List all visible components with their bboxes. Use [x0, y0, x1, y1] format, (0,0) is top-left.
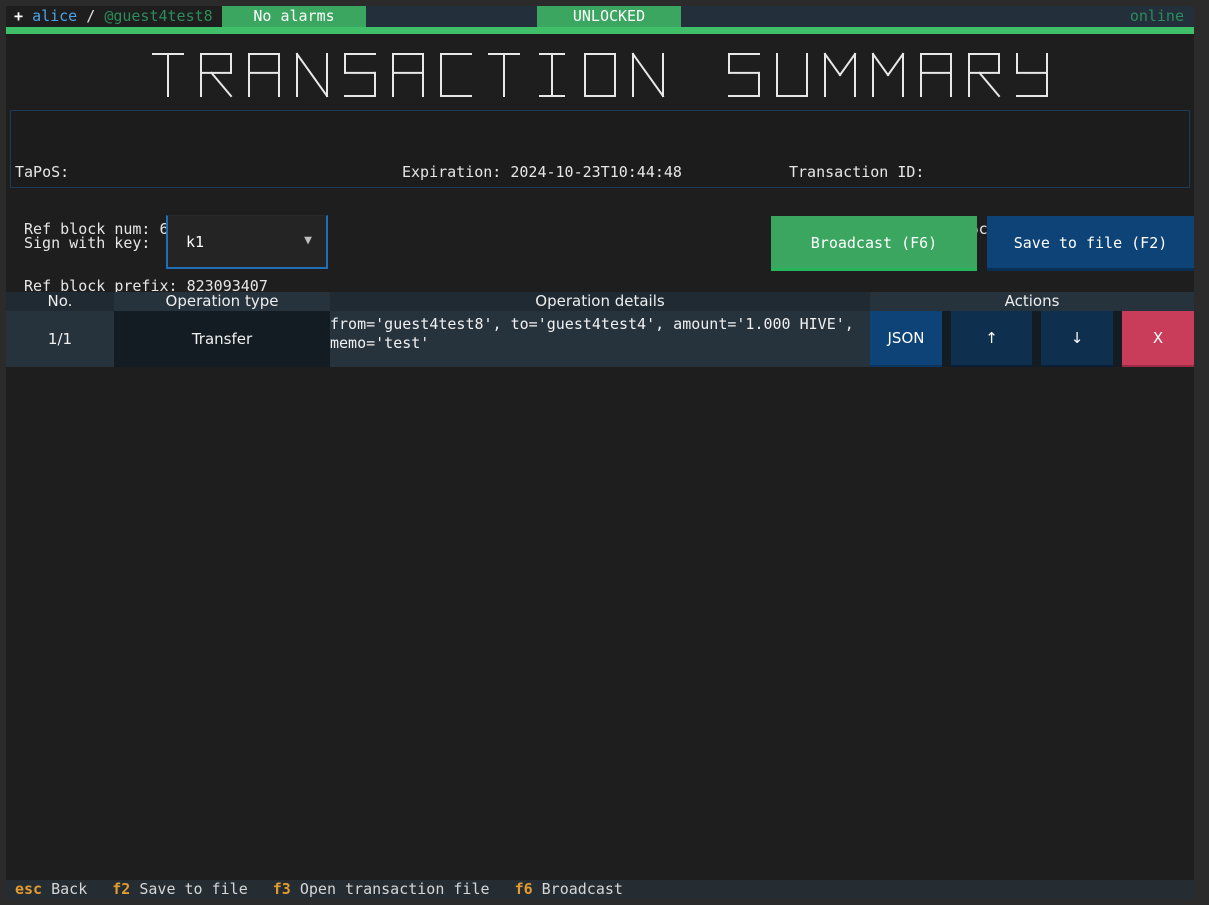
title-letter: [344, 53, 376, 97]
operation-type: Transfer: [191, 330, 253, 348]
title-letter: [1016, 53, 1048, 97]
expiration-section: Expiration: 2024-10-23T10:44:48: [402, 125, 682, 220]
footer-key-f6[interactable]: f6: [515, 880, 533, 898]
column-header-operation-details: Operation details: [330, 292, 870, 311]
column-header-no: No.: [6, 292, 114, 311]
app-window: + alice / @guest4test8 No alarms UNLOCKE…: [6, 6, 1194, 899]
title-stroke: [838, 52, 857, 77]
operation-details: from='guest4test8', to='guest4test4', am…: [330, 315, 854, 353]
title-letter: [440, 53, 472, 97]
profile-name[interactable]: alice: [32, 7, 77, 25]
footer-key-f2[interactable]: f2: [112, 880, 130, 898]
footer-key-f3[interactable]: f3: [273, 880, 291, 898]
title-letter: [539, 53, 565, 97]
page-title: [152, 52, 1048, 98]
header-divider: [6, 27, 1194, 34]
table-row-details-cell: from='guest4test8', to='guest4test4', am…: [330, 311, 870, 367]
title-stroke: [871, 52, 890, 77]
column-header-actions: Actions: [870, 292, 1194, 311]
row-number: 1/1: [47, 330, 73, 348]
footer-desc-save[interactable]: Save to file: [139, 880, 247, 898]
sign-with-key-label: Sign with key:: [24, 234, 151, 252]
footer-desc-open[interactable]: Open transaction file: [300, 880, 490, 898]
lock-status-indicator[interactable]: UNLOCKED: [537, 6, 681, 27]
title-letter: [392, 53, 424, 97]
title-letter: [584, 53, 616, 97]
title-stroke: [295, 52, 329, 98]
title-letter: [248, 53, 280, 97]
header-bar: + alice / @guest4test8 No alarms UNLOCKE…: [6, 6, 1194, 34]
broadcast-button[interactable]: Broadcast (F6): [771, 216, 977, 271]
title-letter: [776, 53, 808, 97]
transaction-info-panel: TaPoS: Ref block num: 62624 Ref block pr…: [10, 110, 1190, 295]
title-stroke: [823, 52, 842, 77]
footer-keybindings: esc Back f2 Save to file f3 Open transac…: [6, 880, 1194, 899]
save-to-file-button[interactable]: Save to file (F2): [987, 216, 1194, 271]
column-header-operation-type: Operation type: [114, 292, 330, 311]
dropdown-arrow-icon: ▼: [304, 233, 312, 248]
table-row-number-cell: 1/1: [6, 311, 114, 367]
tapos-label: TaPoS:: [15, 163, 70, 181]
title-letter: [728, 53, 760, 97]
title-letter: [823, 52, 857, 97]
header-spacer: [366, 6, 537, 27]
operation-details-line1: from='guest4test8', to='guest4test4', am…: [330, 315, 854, 333]
title-letter: [200, 53, 233, 98]
json-button[interactable]: JSON: [870, 311, 942, 367]
operation-details-line2: memo='test': [330, 334, 430, 352]
sign-key-select[interactable]: k1 ▼: [166, 215, 328, 269]
footer-key-esc[interactable]: esc: [15, 880, 42, 898]
working-account[interactable]: @guest4test8: [104, 7, 212, 25]
footer-desc-broadcast[interactable]: Broadcast: [542, 880, 623, 898]
title-letter: [295, 52, 329, 98]
transaction-id-label: Transaction ID:: [789, 163, 925, 181]
header-account-info: + alice / @guest4test8: [14, 6, 213, 27]
title-stroke: [978, 71, 1001, 98]
title-letter: [871, 52, 905, 97]
footer-desc-back[interactable]: Back: [51, 880, 87, 898]
header-separator: /: [86, 7, 96, 25]
title-stroke: [210, 71, 233, 98]
title-stroke: [886, 52, 905, 77]
move-down-button[interactable]: ↓: [1041, 311, 1113, 367]
title-stroke: [631, 52, 665, 98]
selected-key: k1: [186, 233, 205, 251]
header-spacer-right: [681, 6, 1194, 27]
title-letter: [488, 53, 520, 97]
alarms-indicator[interactable]: No alarms: [222, 6, 366, 27]
move-up-button[interactable]: ↑: [951, 311, 1032, 367]
table-row-type-cell: Transfer: [114, 311, 330, 367]
expiration: Expiration: 2024-10-23T10:44:48: [402, 163, 682, 181]
add-profile-button[interactable]: +: [14, 7, 23, 25]
title-letter: [920, 53, 952, 97]
title-letter: [968, 53, 1001, 98]
arrow-up-icon: ↑: [985, 329, 998, 347]
title-letter: [152, 53, 184, 97]
remove-operation-button[interactable]: X: [1122, 311, 1194, 367]
title-letter: [631, 52, 665, 98]
arrow-down-icon: ↓: [1070, 329, 1084, 347]
connection-status: online: [1129, 7, 1184, 25]
